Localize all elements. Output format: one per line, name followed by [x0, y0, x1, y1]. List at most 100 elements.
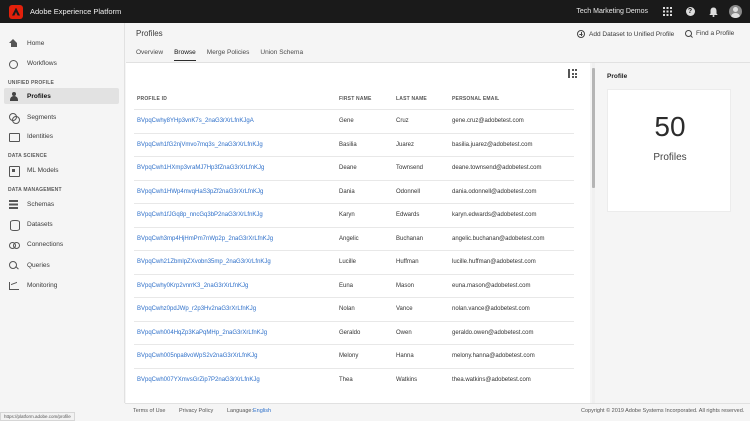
first-name-cell: Deane [339, 165, 357, 171]
table-row[interactable]: BVpqCwh007YXmvsGrZip7P2naG3rXrLfnKJg Thea… [134, 367, 574, 391]
language-label: Language: [227, 408, 253, 414]
scrollbar-thumb[interactable] [592, 68, 595, 188]
top-bar: Adobe Experience Platform Tech Marketing… [0, 0, 750, 23]
page-title: Profiles [136, 29, 163, 38]
sidebar-item-identities[interactable]: Identities [4, 128, 119, 144]
app-title[interactable]: Adobe Experience Platform [30, 7, 121, 16]
sidebar-item-monitoring[interactable]: Monitoring [4, 277, 119, 293]
profile-id-link[interactable]: BVpqCwh3mp4HjHmPm7nWp2p_2naG3rXrLfnKJg [137, 236, 273, 242]
last-name-cell: Mason [396, 282, 415, 289]
last-name-cell: Huffman [396, 259, 419, 265]
tab-merge-policies[interactable]: Merge Policies [207, 49, 250, 61]
profile-id-link[interactable]: BVpqCwhz0pdJWp_r2p3Hv2naG3rXrLfnKJg [137, 306, 256, 312]
email-cell: deane.townsend@adobetest.com [452, 165, 542, 171]
table-row[interactable]: BVpqCwh1HWp4mvqHaS3pZf2naG3rXrLfnKJg Dani… [134, 179, 574, 203]
last-name-cell: Hanna [396, 353, 414, 359]
connection-icon [9, 240, 20, 249]
find-profile-button[interactable]: Find a Profile [685, 30, 734, 37]
section-label-data-science: DATA SCIENCE [8, 153, 47, 159]
last-name-cell: Buchanan [396, 235, 424, 242]
sidebar-item-profiles[interactable]: Profiles [4, 88, 119, 104]
table-row[interactable]: BVpqCwh005npa8voWpS2v2naG3rXrLfnKJg Melon… [134, 344, 574, 367]
column-header-last-name[interactable]: LAST NAME [396, 96, 427, 102]
sidebar-item-ml-models[interactable]: ML Models [4, 162, 119, 178]
last-name-cell: Cruz [396, 118, 409, 124]
sidebar-item-workflows[interactable]: Workflows [4, 55, 119, 71]
column-header-personal-email[interactable]: PERSONAL EMAIL [452, 96, 499, 102]
table-row[interactable]: BVpqCwh1HXmp3vraMJ7Hp3fZnaG3rXrLfnKJg Dea… [134, 156, 574, 179]
segments-icon [9, 112, 20, 124]
sidebar-item-schemas[interactable]: Schemas [4, 196, 119, 212]
section-label-data-management: DATA MANAGEMENT [8, 187, 62, 193]
profile-id-link[interactable]: BVpqCwh007YXmvsGrZip7P2naG3rXrLfnKJg [137, 377, 260, 383]
first-name-cell: Gene [339, 118, 354, 124]
dataset-icon [9, 219, 20, 231]
first-name-cell: Thea [339, 376, 353, 383]
user-avatar[interactable] [729, 5, 742, 18]
table-row[interactable]: BVpqCwh1fG2njVmvo7mq3s_2naG3rXrLfnKJg Bas… [134, 132, 574, 156]
last-name-cell: Vance [396, 306, 413, 312]
sidebar-item-segments[interactable]: Segments [4, 109, 119, 125]
bell-icon[interactable] [706, 5, 720, 19]
tab-union-schema[interactable]: Union Schema [260, 49, 303, 61]
sidebar-item-queries[interactable]: Queries [4, 257, 119, 273]
sidebar-item-label: Monitoring [27, 281, 58, 289]
terms-link[interactable]: Terms of Use [133, 408, 165, 414]
privacy-link[interactable]: Privacy Policy [179, 408, 213, 414]
workflow-icon [9, 59, 18, 69]
adobe-logo-icon[interactable] [9, 4, 23, 19]
section-label-unified-profile: UNIFIED PROFILE [8, 80, 55, 86]
sidebar-item-label: Connections [27, 240, 64, 248]
profile-id-link[interactable]: BVpqCwh004HqZp3KaPqMHp_2naG3rXrLfnKJg [137, 330, 267, 336]
profile-id-link[interactable]: BVpqCwh005npa8voWpS2v2naG3rXrLfnKJg [137, 353, 257, 359]
apps-grid-icon[interactable] [660, 5, 674, 19]
table-scrollbar[interactable] [592, 63, 595, 403]
first-name-cell: Euna [339, 282, 354, 289]
table-row[interactable]: BVpqCwh21ZbmlpZXvobn35mp_2naG3rXrLfnKJg L… [134, 250, 574, 273]
email-cell: karyn.edwards@adobetest.com [452, 212, 537, 218]
profile-count: 50 [654, 111, 686, 142]
tab-overview[interactable]: Overview [136, 49, 163, 61]
profile-id-link[interactable]: BVpqCwh1fJGq8p_nncGq3bP2naG3rXrLfnKJg [137, 212, 263, 218]
email-cell: basilia.juarez@adobetest.com [452, 141, 533, 148]
sidebar-item-connections[interactable]: Connections [4, 236, 119, 252]
org-switcher[interactable]: Tech Marketing Demos [576, 8, 648, 15]
profile-id-link[interactable]: BVpqCwh1fG2njVmvo7mq3s_2naG3rXrLfnKJg [137, 142, 263, 148]
sidebar-item-label: Queries [27, 261, 50, 269]
language-selector[interactable]: English [253, 408, 271, 414]
sidebar-item-label: Identities [27, 132, 54, 140]
email-cell: nolan.vance@adobetest.com [452, 306, 530, 312]
tab-browse[interactable]: Browse [174, 49, 196, 61]
sidebar-item-datasets[interactable]: Datasets [4, 216, 119, 232]
table-row[interactable]: BVpqCwhy8YHp3vnK7s_2naG3rXrLfnKJgA Gene Cr… [134, 109, 574, 132]
column-settings-icon[interactable] [568, 69, 577, 78]
copyright-text: Copyright © 2019 Adobe Systems Incorpora… [581, 408, 745, 414]
table-row[interactable]: BVpqCwh3mp4HjHmPm7nWp2p_2naG3rXrLfnKJg An… [134, 226, 574, 250]
sidebar-item-label: Workflows [27, 59, 57, 67]
first-name-cell: Basilia [339, 141, 357, 148]
user-icon [9, 91, 18, 101]
table-row[interactable]: BVpqCwhz0pdJWp_r2p3Hv2naG3rXrLfnKJg Nolan… [134, 297, 574, 320]
last-name-cell: Watkins [396, 376, 418, 383]
profile-id-link[interactable]: BVpqCwhy0Krp2vnrrK3_2naG3rXrLfnKJg [137, 283, 248, 289]
profile-id-link[interactable]: BVpqCwh1HXmp3vraMJ7Hp3fZnaG3rXrLfnKJg [137, 165, 264, 171]
tab-bar: Overview Browse Merge Policies Union Sch… [136, 49, 314, 61]
profile-id-link[interactable]: BVpqCwhy8YHp3vnK7s_2naG3rXrLfnKJgA [137, 118, 254, 124]
help-icon[interactable]: ? [683, 5, 697, 19]
column-header-first-name[interactable]: FIRST NAME [339, 96, 372, 102]
sidebar-item-home[interactable]: Home [4, 35, 119, 51]
profile-panel-title: Profile [607, 73, 628, 80]
table-row[interactable]: BVpqCwh004HqZp3KaPqMHp_2naG3rXrLfnKJg Ger… [134, 320, 574, 344]
add-dataset-button[interactable]: Add Dataset to Unified Profile [577, 30, 674, 38]
table-row[interactable]: BVpqCwh1fJGq8p_nncGq3bP2naG3rXrLfnKJg Kar… [134, 203, 574, 226]
email-cell: melony.hanna@adobetest.com [452, 353, 535, 359]
main-content: Profiles Add Dataset to Unified Profile … [126, 23, 750, 403]
table-row[interactable]: BVpqCwhy0Krp2vnrrK3_2naG3rXrLfnKJg Euna Ma… [134, 273, 574, 297]
schema-icon [9, 199, 18, 209]
last-name-cell: Odonnell [396, 188, 421, 195]
email-cell: geraldo.owen@adobetest.com [452, 329, 534, 336]
profile-id-link[interactable]: BVpqCwh1HWp4mvqHaS3pZf2naG3rXrLfnKJg [137, 189, 263, 195]
column-header-profile-id[interactable]: PROFILE ID [137, 96, 167, 102]
email-cell: euna.mason@adobetest.com [452, 282, 531, 289]
profile-id-link[interactable]: BVpqCwh21ZbmlpZXvobn35mp_2naG3rXrLfnKJg [137, 259, 271, 265]
